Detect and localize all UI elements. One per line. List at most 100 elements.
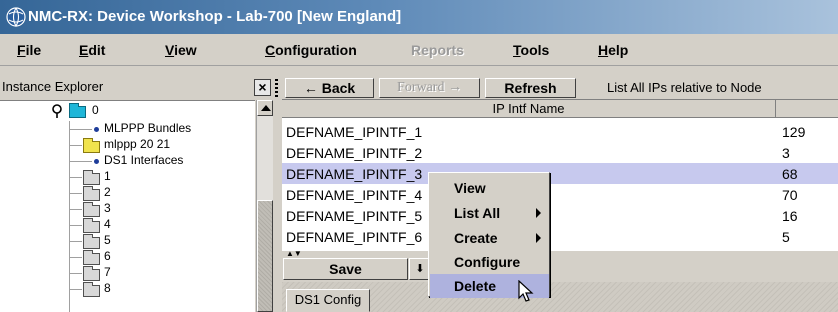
table-row[interactable]: DEFNAME_IPINTF_2 3 [282,142,838,163]
forward-button: Forward → [379,78,480,98]
folder-icon [83,282,100,297]
tree-node-6[interactable]: 6 [0,249,255,265]
window-title: NMC-RX: Device Workshop - Lab-700 [New E… [28,8,402,25]
tree-node-5[interactable]: 5 [0,233,255,249]
folder-icon [83,202,100,217]
cell-name: DEFNAME_IPINTF_6 [286,229,423,245]
tree-node-mlppp-bundles[interactable]: MLPPP Bundles [0,121,255,137]
context-menu-list-all[interactable]: List All [430,201,549,225]
menu-help[interactable]: Help [598,42,628,58]
folder-icon [83,186,100,201]
menu-item-label: List All [454,205,501,221]
cell-name: DEFNAME_IPINTF_3 [286,166,423,182]
tree-node-label: 6 [104,249,111,263]
tree-node-1[interactable]: 1 [0,169,255,185]
tree-node-label: 7 [104,265,111,279]
bullet-icon [94,127,99,132]
folder-icon [83,170,100,185]
cell-name: DEFNAME_IPINTF_5 [286,208,423,224]
cell-value: 68 [782,166,798,182]
tree-node-label: DS1 Interfaces [104,153,184,167]
menu-item-label: Configure [454,254,521,270]
menu-tools[interactable]: Tools [513,42,549,58]
column-header-ip-intf-name[interactable]: IP Intf Name [282,100,776,118]
instance-tree: 0 MLPPP Bundles mlppp 20 21 DS1 Interfac… [0,100,255,312]
menu-item-label: Create [454,230,498,246]
horizontal-splitter[interactable]: ▲▼ [282,249,838,258]
save-button[interactable]: Save [283,258,408,280]
scroll-up-button[interactable] [257,100,273,116]
menu-configuration[interactable]: Configuration [265,42,357,58]
panel-splitter[interactable] [273,75,281,312]
tree-scrollbar[interactable] [256,100,273,312]
menu-bar: File Edit View Configuration Reports Too… [0,34,838,66]
submenu-arrow-icon [536,233,541,243]
title-bar: NMC-RX: Device Workshop - Lab-700 [New E… [0,0,838,34]
tree-node-8[interactable]: 8 [0,281,255,297]
table-row[interactable]: DEFNAME_IPINTF_6 5 [282,226,838,247]
cell-name: DEFNAME_IPINTF_2 [286,145,423,161]
tree-node-label: mlppp 20 21 [104,137,171,151]
explorer-header: Instance Explorer [0,75,252,99]
tree-node-label: 4 [104,217,111,231]
refresh-button[interactable]: Refresh [485,78,576,98]
tree-node-4[interactable]: 4 [0,217,255,233]
context-menu-create[interactable]: Create [430,226,549,250]
ip-interface-table: IP Intf Name DEFNAME_IPINTF_1 129 DEFNAM… [282,99,838,251]
tree-node-label: 1 [104,169,111,183]
splitter-grip-icon [275,79,278,97]
close-explorer-button[interactable]: × [254,79,271,96]
context-menu: View List All Create Configure Delete [428,172,550,298]
cell-name: DEFNAME_IPINTF_4 [286,187,423,203]
cell-value: 129 [782,124,806,140]
cyan-folder-icon [69,103,86,118]
folder-icon [83,250,100,265]
menu-edit[interactable]: Edit [79,42,105,58]
tree-node-label: 0 [92,103,99,117]
menu-reports: Reports [411,42,464,58]
tree-node-label: 2 [104,185,111,199]
context-menu-configure[interactable]: Configure [430,250,549,274]
tree-node-label: 3 [104,201,111,215]
tree-node-7[interactable]: 7 [0,265,255,281]
tree-node-label: MLPPP Bundles [104,121,192,135]
cell-value: 5 [782,229,790,245]
table-row[interactable]: DEFNAME_IPINTF_4 70 [282,184,838,205]
scroll-thumb[interactable] [257,200,273,312]
tree-node-mlppp-20-21[interactable]: mlppp 20 21 [0,137,255,153]
explorer-title: Instance Explorer [2,79,104,94]
pin-icon[interactable] [50,103,64,119]
tree-node-ds1-interfaces[interactable]: DS1 Interfaces [0,153,255,169]
context-menu-view[interactable]: View [430,176,549,200]
table-row[interactable]: DEFNAME_IPINTF_5 16 [282,205,838,226]
tree-node-3[interactable]: 3 [0,201,255,217]
tree-node-2[interactable]: 2 [0,185,255,201]
folder-icon [83,234,100,249]
tab-ds1-config[interactable]: DS1 Config [286,289,370,312]
table-row-selected[interactable]: DEFNAME_IPINTF_3 68 [282,163,838,184]
menu-file[interactable]: File [17,42,41,58]
yellow-folder-icon [83,138,100,153]
menu-item-label: View [454,180,486,196]
mouse-pointer-icon [518,280,534,302]
bottom-panel: DS1 Config [282,282,838,312]
menu-view[interactable]: View [165,42,197,58]
cell-value: 16 [782,208,798,224]
folder-icon [83,218,100,233]
bullet-icon [94,159,99,164]
cell-name: DEFNAME_IPINTF_1 [286,124,423,140]
nmc-globe-icon [6,7,26,27]
column-header-value[interactable] [777,100,838,118]
table-row[interactable]: DEFNAME_IPINTF_1 129 [282,121,838,142]
menu-item-label: Delete [454,278,497,294]
cell-value: 70 [782,187,798,203]
tree-node-label: 8 [104,281,111,295]
submenu-arrow-icon [536,208,541,218]
cell-value: 3 [782,145,790,161]
folder-icon [83,266,100,281]
splitter-arrows-icon: ▲▼ [286,249,302,258]
nav-status-text: List All IPs relative to Node [607,80,762,95]
tree-node-root[interactable]: 0 [0,103,255,119]
table-header: IP Intf Name [282,100,838,118]
back-button[interactable]: ← Back [285,78,374,98]
